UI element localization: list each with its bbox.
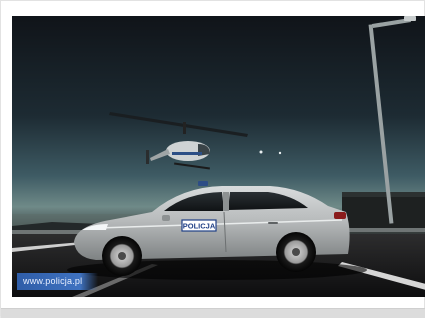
street-lamp-head: [404, 16, 416, 21]
website-watermark: www.policja.pl: [17, 273, 99, 290]
car-door-handle: [268, 222, 278, 224]
car-taillight: [334, 212, 346, 219]
image-card: POLICJA www.policja.pl: [0, 0, 425, 318]
car-window-pillar: [223, 192, 229, 211]
police-car-helicopter-photo: POLICJA www.policja.pl: [12, 16, 425, 297]
car-front-wheel-hub: [118, 252, 126, 260]
helicopter-stripe: [172, 152, 202, 155]
distant-light: [259, 150, 263, 154]
helicopter-rotor-mast: [183, 122, 186, 134]
distant-light: [278, 151, 282, 155]
car-roof-beacon: [198, 181, 208, 186]
car-door-text: POLICJA: [183, 222, 216, 231]
building: [342, 196, 425, 228]
photo-illustration: POLICJA: [12, 16, 425, 297]
car-mirror: [162, 215, 170, 221]
card-footer-strip: [1, 308, 425, 318]
helicopter-tail-fin: [146, 150, 149, 164]
building-roof: [342, 192, 425, 197]
car-rear-wheel-hub: [292, 248, 300, 256]
guardrail-right: [342, 228, 425, 232]
